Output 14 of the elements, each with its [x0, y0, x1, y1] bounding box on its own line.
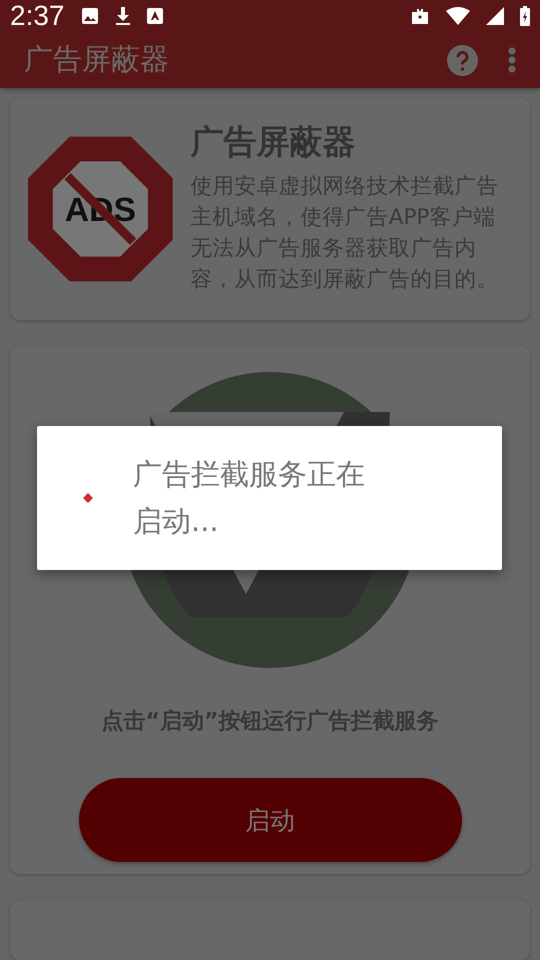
status-time: 2:37 [10, 0, 64, 32]
signal-icon [486, 7, 504, 25]
start-button[interactable]: 启动 [78, 778, 462, 862]
app-title: 广告屏蔽器 [24, 41, 170, 78]
help-icon[interactable] [447, 44, 478, 76]
more-icon[interactable] [508, 47, 516, 73]
image-icon [80, 7, 98, 25]
spinner-icon [83, 493, 93, 503]
wifi-icon [446, 7, 470, 25]
dialog-message: 广告拦截服务正在启动... [133, 456, 366, 540]
battery-icon [520, 6, 530, 26]
font-icon [146, 8, 162, 24]
download-icon [114, 6, 130, 26]
briefcase-icon [410, 7, 430, 25]
